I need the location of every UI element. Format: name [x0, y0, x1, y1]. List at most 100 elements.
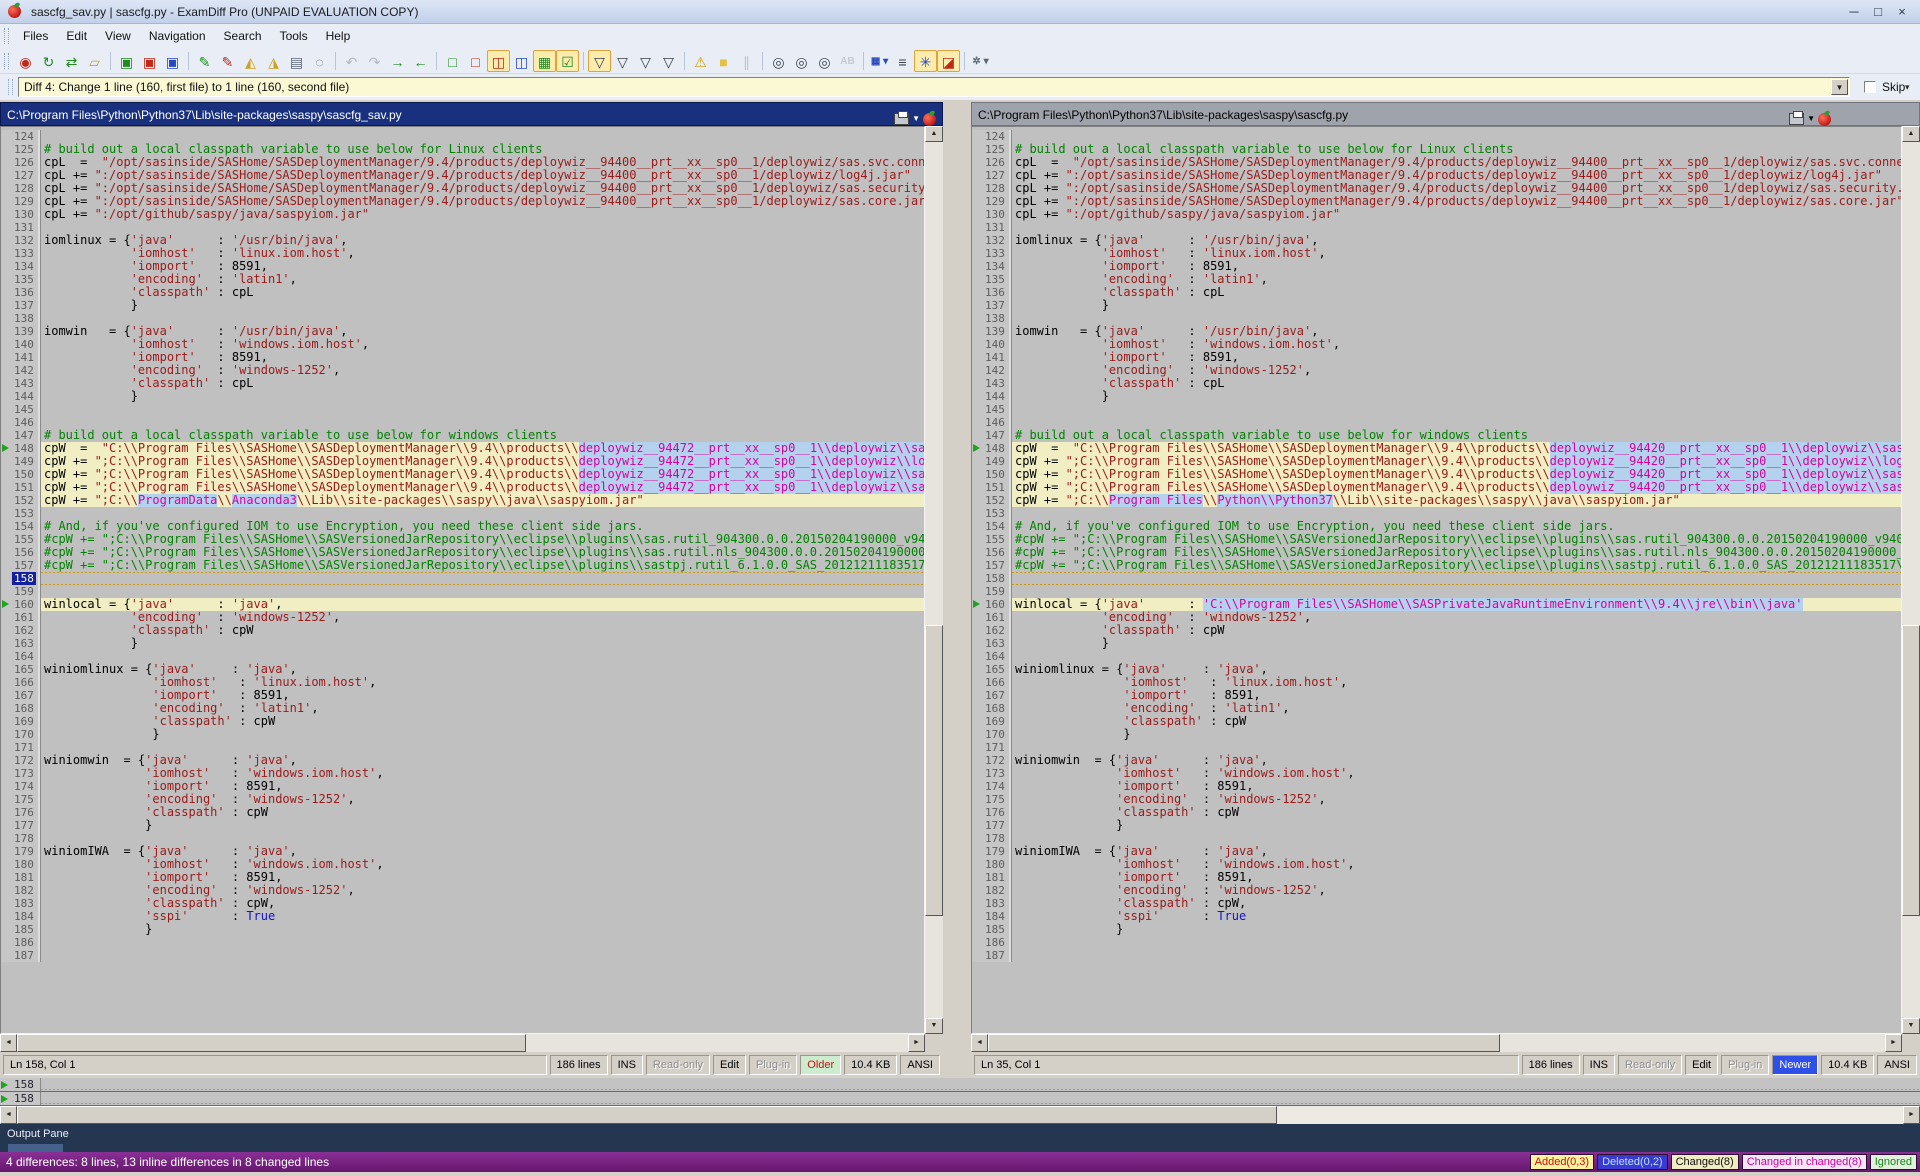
scroll-up-icon[interactable]: ▲ [925, 126, 943, 142]
line-number: 175 [12, 793, 36, 806]
redo-icon[interactable]: ↷ [363, 50, 386, 72]
save-first-icon[interactable]: ▣ [115, 50, 138, 72]
next-diff-icon[interactable]: → [386, 50, 409, 72]
search-icon[interactable]: ◌ [308, 50, 331, 72]
output-pane: Output Pane [0, 1124, 1920, 1152]
pane-header-second-file[interactable]: C:\Program Files\Python\Python37\Lib\sit… [971, 102, 1920, 126]
match-case-icon[interactable]: AB [836, 50, 859, 72]
open-files-icon[interactable]: ▱ [83, 50, 106, 72]
sync-scrolling-icon[interactable]: ∥ [735, 50, 758, 72]
swap-panes-icon[interactable]: ⇄ [60, 50, 83, 72]
copy-to-right-icon[interactable]: ◮ [262, 50, 285, 72]
second-file-horizontal-scrollbar[interactable]: ◄ ► [971, 1034, 1902, 1052]
highlight-inline-icon[interactable]: ■ [712, 50, 735, 72]
save-both-icon[interactable]: ▣ [161, 50, 184, 72]
output-pane-tab[interactable] [8, 1144, 63, 1152]
vertical-split-icon[interactable]: ◫ [510, 50, 533, 72]
show-line-numbers-icon[interactable]: ☑ [556, 50, 579, 72]
menu-grip[interactable] [4, 28, 9, 44]
scrollbar-thumb[interactable] [17, 1034, 526, 1052]
filter-changed-icon[interactable]: ▽ [634, 50, 657, 72]
word-wrap-icon[interactable]: ≡ [891, 50, 914, 72]
save-second-icon[interactable]: ▣ [138, 50, 161, 72]
second-file-vertical-scrollbar[interactable]: ▲ ▼ [1902, 126, 1920, 1034]
edit-second-icon[interactable]: ✎ [216, 50, 239, 72]
undo-icon[interactable]: ↶ [340, 50, 363, 72]
toolbar-overflow-chevron-icon[interactable]: ▾ [1905, 82, 1910, 93]
maximize-button[interactable]: □ [1866, 2, 1890, 22]
close-button[interactable]: × [1890, 2, 1914, 22]
compare-icon[interactable]: ◉ [14, 50, 37, 72]
scroll-left-icon[interactable]: ◄ [971, 1034, 988, 1052]
code-segment: deploywiz__94472__prt__xx__sp0__1\\deplo… [579, 468, 924, 481]
minimize-button[interactable]: ─ [1842, 2, 1866, 22]
code-segment: 'java' [152, 663, 195, 676]
code-segment: : [174, 598, 232, 611]
filter-all-icon[interactable]: ▽ [588, 50, 611, 72]
scrollbar-thumb[interactable] [988, 1034, 1500, 1052]
plugins-icon[interactable]: ✳ [914, 50, 937, 72]
edit-mode-icon[interactable]: ◪ [937, 50, 960, 72]
second-file-editor[interactable]: 124125# build out a local classpath vari… [971, 126, 1902, 1034]
scrollbar-thumb[interactable] [17, 1106, 1277, 1124]
first-file-editor[interactable]: 124125# build out a local classpath vari… [0, 126, 925, 1034]
code-segment: 'classpath' [131, 624, 210, 637]
inspector-horizontal-scrollbar[interactable]: ◄ ► [0, 1106, 1920, 1124]
code-segment: # And, if you've configured IOM to use E… [44, 520, 644, 533]
menu-item-search[interactable]: Search [215, 25, 271, 47]
code-line: 156#cpW += ";C:\\Program Files\\SASHome\… [972, 546, 1901, 559]
scroll-down-icon[interactable]: ▼ [1902, 1018, 1920, 1034]
print-second-icon[interactable] [1789, 113, 1804, 125]
show-second-only-icon[interactable]: □ [464, 50, 487, 72]
menu-item-edit[interactable]: Edit [57, 25, 96, 47]
show-diffs-only-icon[interactable]: ▦ [533, 50, 556, 72]
scroll-right-icon[interactable]: ► [908, 1034, 925, 1052]
diffbar-grip[interactable] [8, 79, 13, 95]
menu-item-help[interactable]: Help [317, 25, 360, 47]
scroll-up-icon[interactable]: ▲ [1902, 126, 1920, 142]
first-file-horizontal-scrollbar[interactable]: ◄ ► [0, 1034, 925, 1052]
print-first-icon[interactable] [894, 113, 909, 125]
prev-diff-icon[interactable]: ← [409, 50, 432, 72]
split-view-icon[interactable]: ◫ [487, 50, 510, 72]
skip-checkbox[interactable] [1864, 81, 1876, 93]
filter-deleted-icon[interactable]: ▽ [657, 50, 680, 72]
compare-icon[interactable] [1818, 113, 1831, 126]
code-segment: 'iomhost' [1116, 767, 1181, 780]
scrollbar-thumb[interactable] [925, 625, 943, 916]
menu-item-files[interactable]: Files [14, 25, 57, 47]
find-icon[interactable]: ◎ [767, 50, 790, 72]
options-icon[interactable]: ✲ ▾ [969, 50, 992, 72]
menu-item-view[interactable]: View [96, 25, 140, 47]
copy-to-left-icon[interactable]: ◭ [239, 50, 262, 72]
scrollbar-thumb[interactable] [1902, 625, 1920, 916]
pane-splitter[interactable] [943, 102, 971, 1078]
diff-combo-dropdown-icon[interactable]: ▼ [1831, 79, 1848, 95]
refresh-icon[interactable]: ↻ [37, 50, 60, 72]
code-text [41, 572, 924, 585]
pane-header-first-file[interactable]: C:\Program Files\Python\Python37\Lib\sit… [0, 102, 943, 126]
find-next-icon[interactable]: ◎ [790, 50, 813, 72]
filter-added-icon[interactable]: ▽ [611, 50, 634, 72]
print-icon[interactable]: ▤ [285, 50, 308, 72]
compare-icon[interactable] [923, 113, 936, 126]
scroll-down-icon[interactable]: ▼ [925, 1018, 943, 1034]
show-first-only-icon[interactable]: □ [441, 50, 464, 72]
current-diff-combobox[interactable]: Diff 4: Change 1 line (160, first file) … [18, 77, 1850, 97]
line-number: 166 [983, 676, 1007, 689]
menu-item-tools[interactable]: Tools [271, 25, 317, 47]
scroll-left-icon[interactable]: ◄ [0, 1034, 17, 1052]
find-prev-icon[interactable]: ◎ [813, 50, 836, 72]
code-segment: 'encoding' [1102, 364, 1174, 377]
scroll-left-icon[interactable]: ◄ [0, 1106, 17, 1124]
code-segment: 'java' [1217, 663, 1260, 676]
first-file-vertical-scrollbar[interactable]: ▲ ▼ [925, 126, 943, 1034]
scroll-right-icon[interactable]: ► [1903, 1106, 1920, 1124]
menu-item-navigation[interactable]: Navigation [140, 25, 215, 47]
edit-first-icon[interactable]: ✎ [193, 50, 216, 72]
line-number: 152 [12, 494, 36, 507]
toolbar-grip[interactable] [4, 53, 9, 69]
warnings-icon[interactable]: ⚠ [689, 50, 712, 72]
statistics-icon[interactable]: ▦ ▾ [868, 50, 891, 72]
scroll-right-icon[interactable]: ► [1885, 1034, 1902, 1052]
